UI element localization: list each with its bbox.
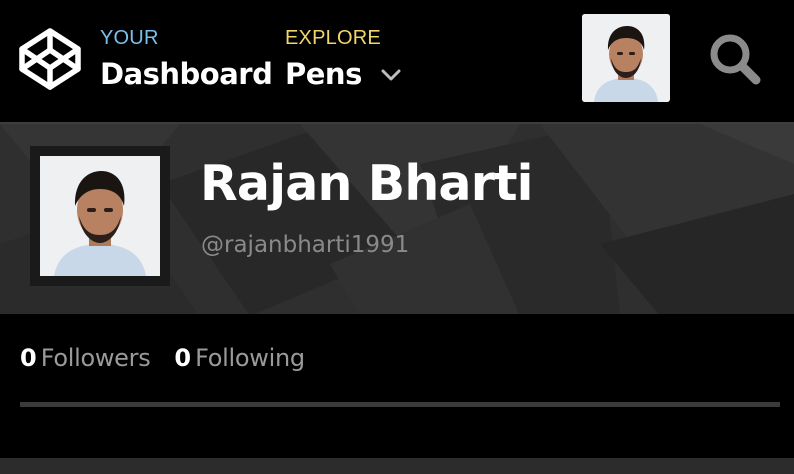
profile-portrait <box>40 156 160 276</box>
followers-label: Followers <box>40 344 151 372</box>
user-avatar[interactable] <box>582 14 670 102</box>
profile-stats: 0 Followers 0 Following <box>20 344 305 380</box>
codepen-logo-icon[interactable] <box>18 27 82 91</box>
avatar-portrait <box>582 14 670 102</box>
following-stat[interactable]: 0 Following <box>174 344 305 372</box>
following-label: Following <box>195 344 305 372</box>
profile-header: Rajan Bharti @rajanbharti1991 <box>0 122 794 314</box>
profile-avatar[interactable] <box>40 156 160 276</box>
followers-stat[interactable]: 0 Followers <box>20 344 151 372</box>
nav-your-kicker: YOUR <box>100 27 159 49</box>
nav-your-dashboard[interactable]: YOUR Dashboard <box>100 26 273 91</box>
profile-avatar-frame <box>30 146 170 286</box>
section-divider <box>20 402 780 407</box>
nav-dashboard-title: Dashboard <box>100 57 273 91</box>
profile-name: Rajan Bharti <box>200 155 533 212</box>
bottom-tab-strip <box>0 458 794 474</box>
following-count: 0 <box>174 344 192 372</box>
nav-explore-kicker: EXPLORE <box>285 27 381 49</box>
top-nav: YOUR Dashboard EXPLORE Pens <box>0 0 794 122</box>
followers-count: 0 <box>20 344 37 372</box>
nav-pens-title: Pens <box>285 57 362 91</box>
search-icon[interactable] <box>706 30 764 88</box>
chevron-down-icon[interactable] <box>380 66 402 84</box>
nav-explore-pens[interactable]: EXPLORE Pens <box>285 26 381 90</box>
profile-handle: @rajanbharti1991 <box>201 232 410 258</box>
